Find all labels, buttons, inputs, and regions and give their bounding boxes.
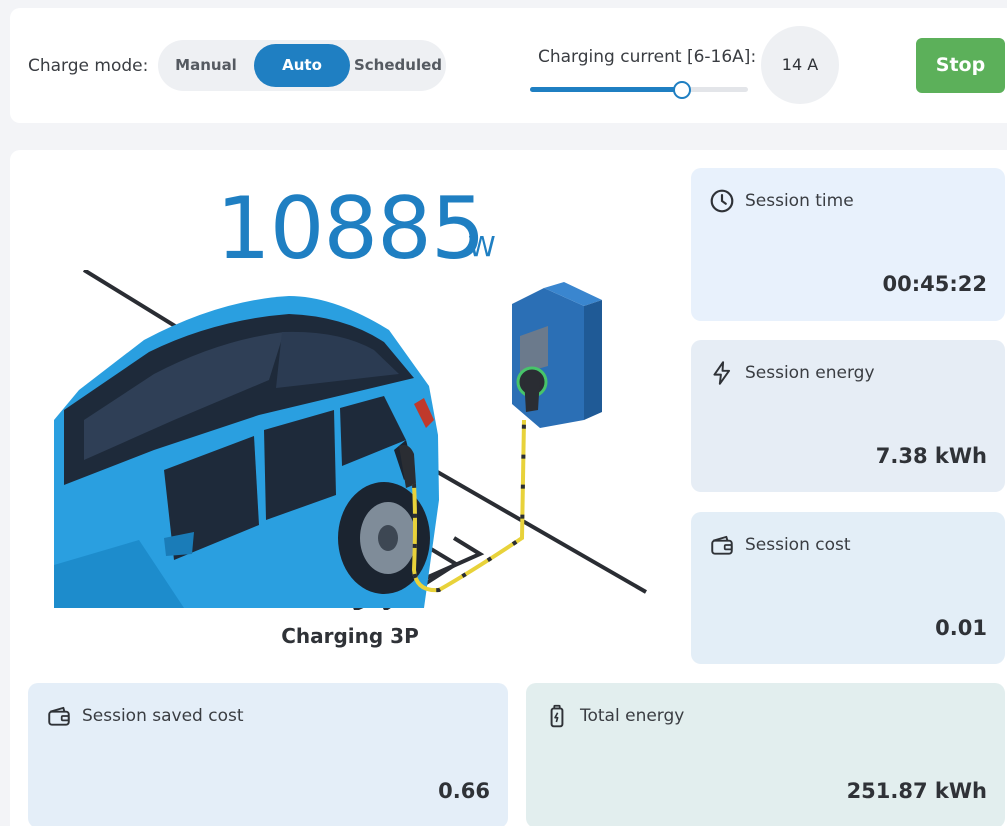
session-saved-cost-value: 0.66 [438,779,490,803]
session-time-value: 00:45:22 [882,272,987,296]
wallet-icon [48,706,70,726]
session-cost-label: Session cost [745,535,851,555]
slider-fill [530,87,682,92]
total-energy-label: Total energy [580,706,685,726]
charging-current-slider[interactable] [530,81,748,99]
session-energy-label: Session energy [745,363,875,383]
clock-icon [710,189,734,213]
slider-thumb[interactable] [673,81,691,99]
session-energy-value: 7.38 kWh [875,444,987,468]
stop-button[interactable]: Stop [916,38,1005,93]
session-saved-cost-label: Session saved cost [82,706,244,726]
mode-manual-button[interactable]: Manual [158,44,254,87]
mode-scheduled-button[interactable]: Scheduled [350,44,446,87]
total-energy-value: 251.87 kWh [846,779,987,803]
control-bar: Charge mode: Manual Auto Scheduled Charg… [10,8,1007,123]
power-readout: 10885 W [216,184,496,274]
charge-mode-label: Charge mode: [28,56,149,76]
battery-icon [550,704,564,728]
charge-mode-selector: Manual Auto Scheduled [158,40,446,91]
wallbox-charger-icon [512,282,602,428]
session-energy-card: Session energy 7.38 kWh [691,340,1005,492]
current-value-display: 14 A [761,26,839,104]
session-cost-card: Session cost 0.01 [691,512,1005,664]
power-value: 10885 [216,179,486,279]
power-unit: W [468,230,496,263]
session-time-label: Session time [745,191,854,211]
session-cost-value: 0.01 [935,616,987,640]
car-icon [54,296,439,608]
car-charging-illustration [54,270,647,610]
charging-status: Charging 3P [281,624,419,648]
session-time-card: Session time 00:45:22 [691,168,1005,321]
dashboard-panel: 10885 W Charging 3P Session time 00:45:2… [10,150,1007,826]
wallet-icon [711,535,733,555]
charging-current-label: Charging current [6-16A]: [538,47,757,67]
session-saved-cost-card: Session saved cost 0.66 [28,683,508,826]
lightning-icon [713,361,731,385]
total-energy-card: Total energy 251.87 kWh [526,683,1005,826]
mode-auto-button[interactable]: Auto [254,44,350,87]
